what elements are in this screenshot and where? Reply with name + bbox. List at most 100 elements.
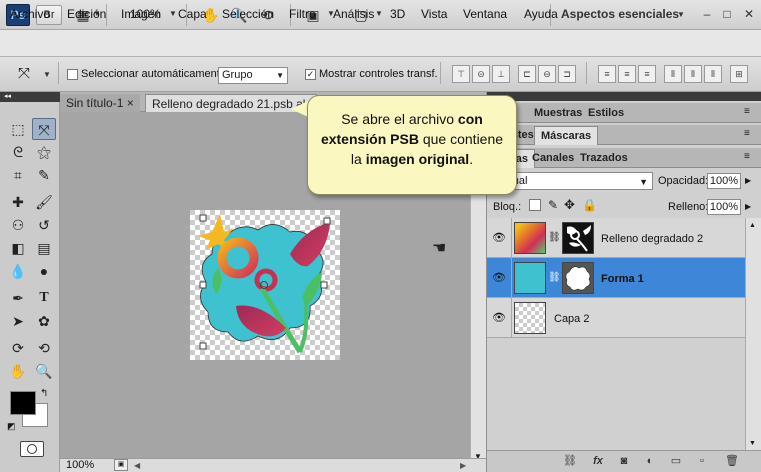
fill-field[interactable]: 100% — [707, 199, 741, 215]
distribute-vcenter-icon[interactable]: ≡ — [618, 65, 636, 83]
menu-3d[interactable]: 3D — [390, 7, 405, 21]
chevron-down-icon[interactable]: ▼ — [374, 9, 384, 19]
scroll-down-icon[interactable]: ▼ — [749, 440, 756, 447]
brush-tool-icon[interactable]: 🖌 — [32, 191, 56, 213]
chevron-down-icon[interactable]: ▼ — [676, 10, 686, 20]
link-chain-icon[interactable]: ⛓ — [548, 232, 561, 243]
visibility-eye-icon[interactable]: 👁 — [492, 311, 506, 325]
layer-style-icon[interactable]: fx — [590, 453, 606, 469]
distribute-left-icon[interactable]: ⦀ — [664, 65, 682, 83]
workspace-switcher[interactable]: Aspectos esenciales — [561, 7, 679, 21]
delete-layer-icon[interactable]: 🗑 — [724, 453, 740, 469]
move-tool-icon[interactable]: ⤧ — [18, 65, 30, 82]
menu-filtro[interactable]: Filtro — [289, 7, 316, 21]
move-tool-icon[interactable]: ⤧ — [32, 118, 56, 140]
lock-all-icon[interactable]: 🔒 — [582, 198, 597, 212]
show-transform-checkbox[interactable]: ✓ — [305, 69, 316, 80]
chevron-down-icon[interactable]: ▼ — [42, 70, 52, 80]
panel-menu-icon[interactable]: ≡ — [744, 151, 750, 162]
layer-mask-thumbnail[interactable] — [562, 222, 594, 254]
marquee-tool-icon[interactable]: ⬚ — [6, 118, 30, 140]
adjustment-layer-icon[interactable]: ◐ — [642, 453, 658, 469]
tab-muestras[interactable]: Muestras — [528, 104, 588, 123]
distribute-top-icon[interactable]: ≡ — [598, 65, 616, 83]
distribute-hcenter-icon[interactable]: ⦀ — [684, 65, 702, 83]
menu-ayuda[interactable]: Ayuda — [524, 7, 558, 21]
eraser-tool-icon[interactable]: ◧ — [6, 237, 30, 259]
menu-archivo[interactable]: Archivo — [10, 7, 50, 21]
document-canvas[interactable] — [190, 210, 340, 360]
minimize-button[interactable]: – — [698, 6, 716, 22]
menu-capa[interactable]: Capa — [178, 7, 207, 21]
magic-wand-tool-icon[interactable]: ⚝ — [32, 141, 56, 163]
new-layer-icon[interactable]: ▫ — [694, 453, 710, 469]
panel-menu-icon[interactable]: ≡ — [744, 106, 750, 117]
transform-handle[interactable] — [199, 342, 207, 350]
menu-vista[interactable]: Vista — [421, 7, 447, 21]
align-vcenter-icon[interactable]: ⊝ — [472, 65, 490, 83]
custom-shape-tool-icon[interactable]: ✿ — [32, 310, 56, 332]
layers-scrollbar[interactable] — [745, 218, 761, 450]
transform-handle[interactable] — [320, 281, 328, 289]
close-icon[interactable]: × — [127, 96, 134, 110]
tab-canales[interactable]: Canales — [526, 149, 580, 168]
dodge-tool-icon[interactable]: ● — [32, 260, 56, 282]
auto-select-dropdown[interactable]: Grupo ▼ — [218, 67, 288, 84]
quick-mask-button[interactable] — [20, 441, 44, 457]
align-top-icon[interactable]: ⊤ — [452, 65, 470, 83]
align-hcenter-icon[interactable]: ⊖ — [538, 65, 556, 83]
opacity-field[interactable]: 100% — [707, 173, 741, 189]
visibility-eye-icon[interactable]: 👁 — [492, 271, 506, 285]
lock-position-icon[interactable]: ✥ — [564, 197, 575, 213]
scroll-right-icon[interactable]: ▶ — [460, 461, 466, 470]
auto-select-checkbox[interactable] — [67, 69, 78, 80]
lock-transparent-pixels-icon[interactable] — [529, 199, 541, 211]
align-right-icon[interactable]: ⊐ — [558, 65, 576, 83]
gradient-tool-icon[interactable]: ▤ — [32, 237, 56, 259]
crop-tool-icon[interactable]: ⌗ — [6, 164, 30, 186]
transform-handle[interactable] — [199, 281, 207, 289]
chevron-right-icon[interactable]: ▶ — [745, 202, 751, 211]
distribute-right-icon[interactable]: ⦀ — [704, 65, 722, 83]
tab-sin-titulo[interactable]: Sin título-1 × — [60, 94, 140, 112]
menu-seleccion[interactable]: Selección — [222, 7, 274, 21]
blur-tool-icon[interactable]: 💧 — [6, 260, 30, 282]
link-layers-icon[interactable]: ⛓ — [562, 453, 578, 469]
lock-image-pixels-icon[interactable]: ✎ — [548, 198, 558, 212]
menu-analisis[interactable]: Análisis — [333, 7, 374, 21]
maximize-button[interactable]: □ — [718, 6, 736, 22]
align-left-icon[interactable]: ⊏ — [518, 65, 536, 83]
lasso-tool-icon[interactable]: ᘓ — [6, 141, 30, 163]
layer-name[interactable]: Forma 1 — [601, 273, 644, 285]
default-colors-icon[interactable]: ◩ — [7, 421, 16, 432]
panel-dock-header[interactable] — [487, 92, 761, 101]
new-group-icon[interactable]: ▭ — [668, 453, 684, 469]
add-mask-icon[interactable]: ◙ — [616, 453, 632, 469]
close-button[interactable]: ✕ — [740, 6, 758, 22]
pen-tool-icon[interactable]: ✒ — [6, 287, 30, 309]
toolbox-collapse[interactable]: ◂◂ — [0, 92, 60, 102]
panel-menu-icon[interactable]: ≡ — [744, 128, 750, 139]
zoom-tool-icon[interactable]: 🔍 — [32, 360, 56, 382]
3d-orbit-tool-icon[interactable]: ⟲ — [32, 337, 56, 359]
status-zoom[interactable]: 100% — [66, 459, 94, 471]
clone-stamp-tool-icon[interactable]: ⚇ — [6, 214, 30, 236]
eyedropper-tool-icon[interactable]: ✎ — [32, 164, 56, 186]
menu-ventana[interactable]: Ventana — [463, 7, 507, 21]
foreground-color-swatch[interactable] — [10, 391, 36, 415]
status-info-icon[interactable]: ▣ — [114, 459, 128, 471]
tab-estilos[interactable]: Estilos — [582, 104, 630, 123]
transform-handle[interactable] — [199, 214, 207, 222]
chevron-down-icon[interactable]: ▼ — [168, 9, 178, 19]
link-chain-icon[interactable]: ⛓ — [548, 272, 561, 283]
visibility-eye-icon[interactable]: 👁 — [492, 231, 506, 245]
distribute-bottom-icon[interactable]: ≡ — [638, 65, 656, 83]
healing-brush-tool-icon[interactable]: ✚ — [6, 191, 30, 213]
hand-tool-icon[interactable]: ✋ — [6, 360, 30, 382]
menu-imagen[interactable]: Imagen — [121, 7, 161, 21]
vector-mask-thumbnail[interactable] — [562, 262, 594, 294]
scroll-left-icon[interactable]: ◀ — [134, 461, 140, 470]
menu-edicion[interactable]: Edición — [67, 7, 106, 21]
scroll-up-icon[interactable]: ▲ — [749, 222, 756, 229]
auto-align-layers-icon[interactable]: ⊞ — [730, 65, 748, 83]
